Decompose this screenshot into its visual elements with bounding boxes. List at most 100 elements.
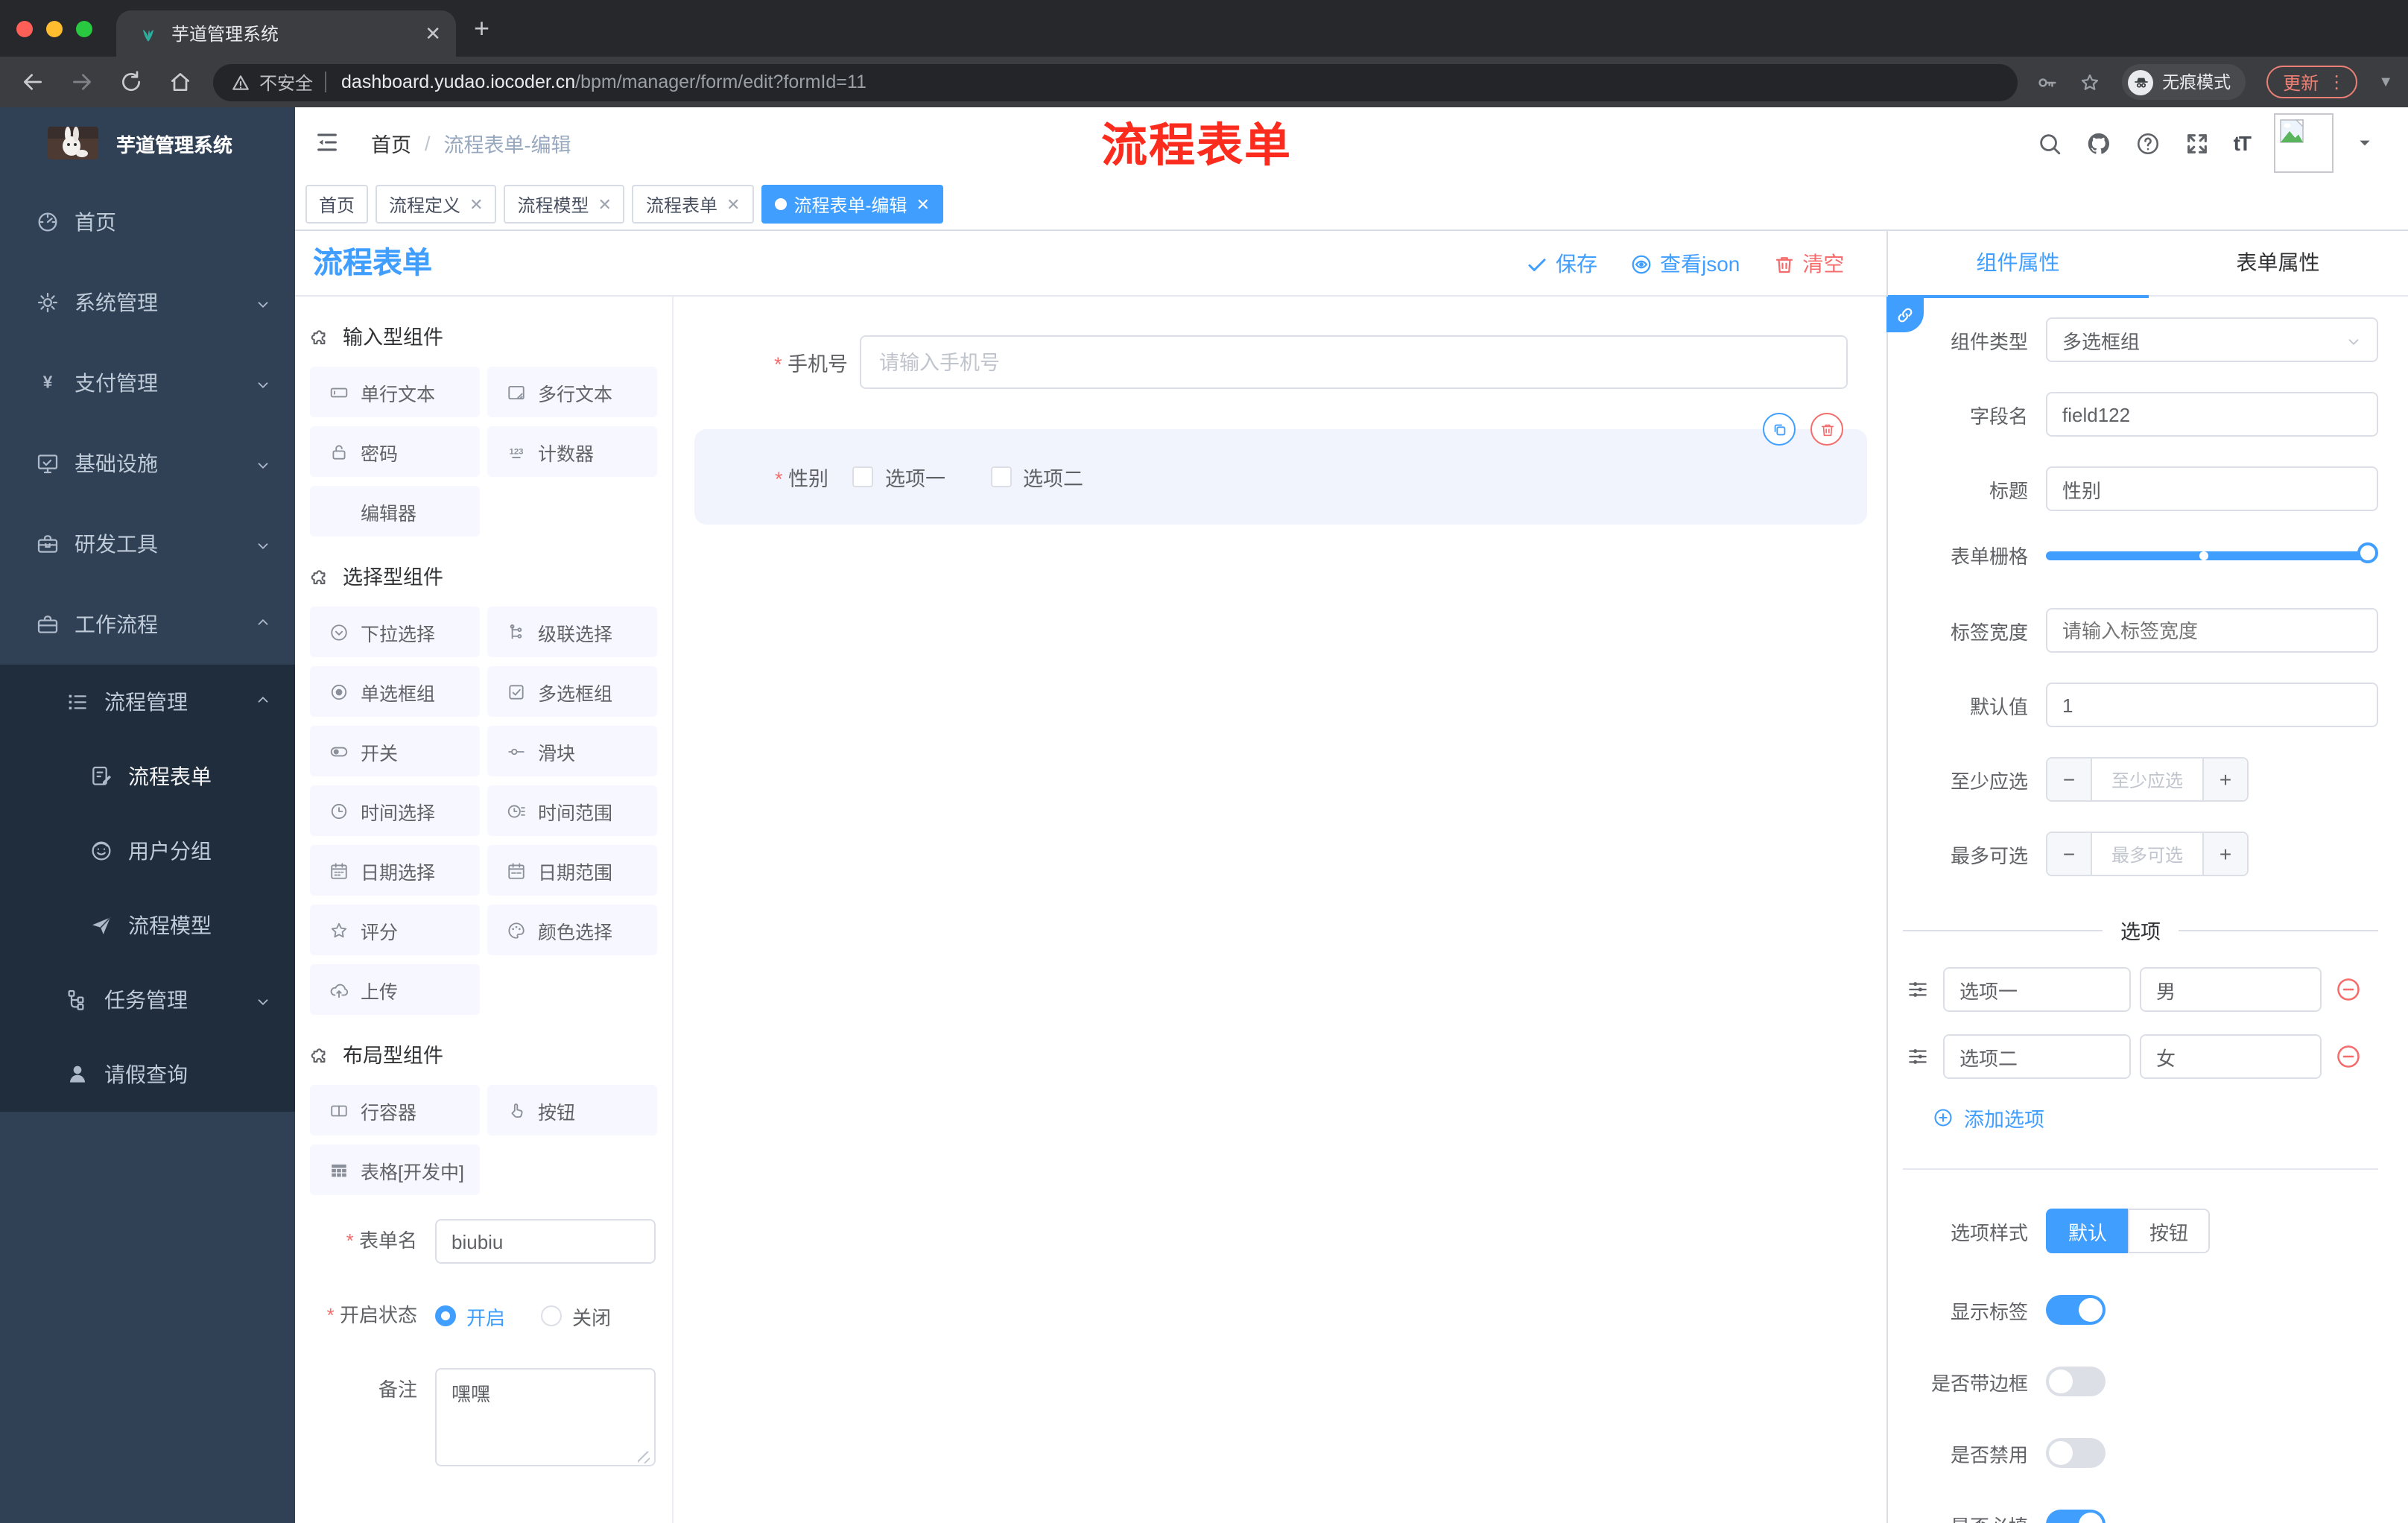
save-button[interactable]: 保存 xyxy=(1526,249,1597,279)
reload-icon[interactable] xyxy=(119,70,143,94)
sidebar-item-10[interactable]: 任务管理 xyxy=(0,963,295,1037)
window-controls[interactable] xyxy=(16,20,92,37)
tab-form-props[interactable]: 表单属性 xyxy=(2148,231,2408,297)
palette-item[interactable]: 时间范围 xyxy=(487,785,657,836)
option-value-input[interactable] xyxy=(2140,1034,2322,1079)
max-select-input[interactable]: 最多可选 xyxy=(2092,833,2202,875)
form-remark-textarea[interactable]: 嘿嘿 xyxy=(435,1368,656,1466)
update-button[interactable]: 更新 ⋮ xyxy=(2266,66,2358,98)
checkbox-icon[interactable] xyxy=(852,466,874,487)
clear-button[interactable]: 清空 xyxy=(1772,249,1844,279)
minimize-window-button[interactable] xyxy=(46,20,63,37)
key-icon[interactable] xyxy=(2035,71,2058,93)
sidebar-item-4[interactable]: 研发工具 xyxy=(0,504,295,584)
palette-item[interactable]: 颜色选择 xyxy=(487,905,657,955)
palette-item[interactable]: 编辑器 xyxy=(310,486,480,536)
avatar[interactable] xyxy=(2274,113,2333,173)
palette-item[interactable]: 单行文本 xyxy=(310,367,480,417)
widget-copy-button[interactable] xyxy=(1763,413,1796,446)
palette-item[interactable]: 日期范围 xyxy=(487,845,657,896)
minus-button[interactable]: − xyxy=(2047,833,2092,875)
remove-option-button[interactable] xyxy=(2335,976,2362,1003)
palette-item[interactable]: 日期选择 xyxy=(310,845,480,896)
sidebar-item-3[interactable]: 基础设施 xyxy=(0,423,295,504)
gender-option-1[interactable]: 选项一 xyxy=(852,462,945,492)
new-tab-button[interactable]: + xyxy=(474,15,489,42)
add-option-button[interactable]: 添加选项 xyxy=(1933,1103,2378,1133)
slider-handle[interactable] xyxy=(2357,542,2378,563)
tab-close-icon[interactable]: ✕ xyxy=(425,24,441,43)
forward-icon[interactable] xyxy=(70,70,94,94)
browser-tab[interactable]: 芋道管理系统 ✕ xyxy=(116,10,456,57)
bookmark-star-icon[interactable] xyxy=(2079,71,2101,93)
tag-close-icon[interactable]: ✕ xyxy=(916,194,929,214)
help-icon[interactable] xyxy=(2135,130,2161,156)
phone-input[interactable] xyxy=(860,335,1848,389)
github-icon[interactable] xyxy=(2086,130,2111,156)
palette-item[interactable]: 上传 xyxy=(310,964,480,1015)
option-label-input[interactable] xyxy=(1943,967,2131,1012)
home-icon[interactable] xyxy=(168,70,192,94)
breadcrumb-home[interactable]: 首页 xyxy=(371,128,411,158)
form-grid-slider[interactable] xyxy=(2046,542,2378,563)
status-radio-off[interactable]: 关闭 xyxy=(541,1302,611,1330)
toggle-3[interactable] xyxy=(2046,1510,2106,1523)
radio-icon[interactable] xyxy=(435,1305,456,1326)
status-radio-on[interactable]: 开启 xyxy=(435,1302,505,1330)
close-window-button[interactable] xyxy=(16,20,33,37)
palette-item[interactable]: 表格[开发中] xyxy=(310,1144,480,1195)
title-input[interactable] xyxy=(2046,466,2378,511)
palette-item[interactable]: 滑块 xyxy=(487,726,657,776)
drag-handle-icon[interactable] xyxy=(1906,978,1930,1001)
plus-button[interactable]: + xyxy=(2202,833,2247,875)
field-name-input[interactable] xyxy=(2046,392,2378,437)
sidebar-item-9[interactable]: 流程模型 xyxy=(0,888,295,963)
widget-delete-button[interactable] xyxy=(1810,413,1843,446)
sidebar-item-11[interactable]: 请假查询 xyxy=(0,1037,295,1112)
palette-item[interactable]: 行容器 xyxy=(310,1085,480,1136)
option-value-input[interactable] xyxy=(2140,967,2322,1012)
sidebar-item-5[interactable]: 工作流程 xyxy=(0,584,295,665)
sidebar-logo[interactable]: 芋道管理系统 xyxy=(0,107,295,179)
tag-close-icon[interactable]: ✕ xyxy=(726,194,740,214)
tag-4[interactable]: 流程表单-编辑 ✕ xyxy=(761,185,943,224)
toggle-0[interactable] xyxy=(2046,1295,2106,1325)
fullscreen-icon[interactable] xyxy=(2184,130,2210,156)
toggle-2[interactable] xyxy=(2046,1438,2106,1468)
checkbox-icon[interactable] xyxy=(990,466,1012,487)
search-icon[interactable] xyxy=(2037,130,2062,156)
label-width-input[interactable] xyxy=(2046,608,2378,653)
plus-button[interactable]: + xyxy=(2202,759,2247,800)
option-style-1[interactable]: 按钮 xyxy=(2128,1209,2210,1253)
sidebar-item-6[interactable]: 流程管理 xyxy=(0,665,295,739)
min-select-input[interactable]: 至少应选 xyxy=(2092,759,2202,800)
drag-handle-icon[interactable] xyxy=(1906,1045,1930,1068)
tag-0[interactable]: 首页 xyxy=(305,185,369,224)
option-label-input[interactable] xyxy=(1943,1034,2131,1079)
avatar-caret-icon[interactable] xyxy=(2357,136,2372,151)
canvas-field-phone[interactable]: 手机号 xyxy=(685,335,1848,389)
component-type-select[interactable]: 多选框组 xyxy=(2046,317,2378,362)
url-bar[interactable]: 不安全 dashboard.yudao.iocoder.cn/bpm/manag… xyxy=(213,63,2018,101)
palette-item[interactable]: 下拉选择 xyxy=(310,607,480,657)
font-size-icon[interactable]: tT xyxy=(2234,131,2252,155)
not-secure-warning-icon[interactable] xyxy=(231,72,250,92)
sidebar-item-8[interactable]: 用户分组 xyxy=(0,814,295,888)
sidebar-item-0[interactable]: 首页 xyxy=(0,182,295,262)
tag-2[interactable]: 流程模型 ✕ xyxy=(504,185,625,224)
palette-item[interactable]: 时间选择 xyxy=(310,785,480,836)
radio-icon[interactable] xyxy=(541,1305,563,1326)
palette-item[interactable]: 级联选择 xyxy=(487,607,657,657)
canvas-widget-gender-selected[interactable]: 性别 选项一 选项二 xyxy=(694,413,1867,525)
palette-item[interactable]: 评分 xyxy=(310,905,480,955)
minus-button[interactable]: − xyxy=(2047,759,2092,800)
maximize-window-button[interactable] xyxy=(76,20,92,37)
palette-item[interactable]: 单选框组 xyxy=(310,666,480,717)
form-name-input[interactable] xyxy=(435,1219,656,1264)
gender-option-2[interactable]: 选项二 xyxy=(990,462,1083,492)
view-json-button[interactable]: 查看json xyxy=(1630,249,1740,279)
tab-component-props[interactable]: 组件属性 xyxy=(1888,231,2148,298)
sidebar-item-2[interactable]: ¥ 支付管理 xyxy=(0,343,295,423)
palette-item[interactable]: 多选框组 xyxy=(487,666,657,717)
palette-item[interactable]: 多行文本 xyxy=(487,367,657,417)
